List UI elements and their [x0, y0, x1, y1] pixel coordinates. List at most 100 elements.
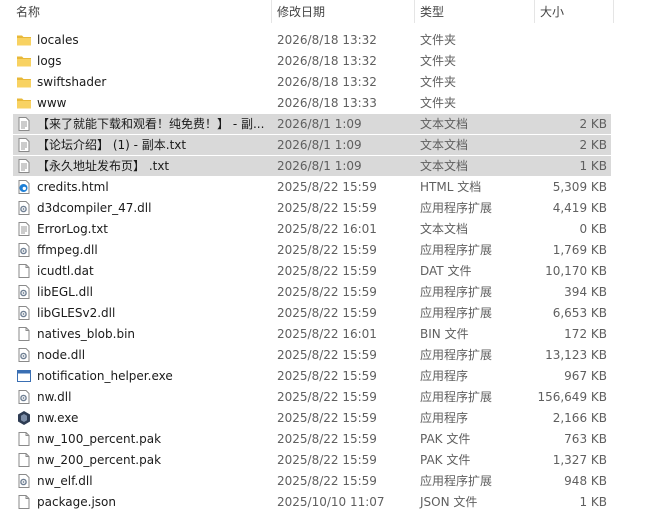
column-divider[interactable]: [414, 0, 415, 23]
file-size: 1 KB: [579, 159, 607, 173]
file-type: 应用程序: [420, 411, 469, 425]
folder-icon: [16, 74, 32, 90]
file-row[interactable]: natives_blob.bin 2025/8/22 16:01 BIN 文件 172…: [13, 324, 611, 344]
text-file-icon: [16, 137, 32, 153]
column-divider[interactable]: [613, 0, 614, 23]
file-name: libGLESv2.dll: [37, 306, 116, 320]
file-modified-date: 2025/8/22 15:59: [277, 411, 377, 425]
file-name: libEGL.dll: [37, 285, 93, 299]
column-divider[interactable]: [534, 0, 535, 23]
file-row[interactable]: 【论坛介绍】 (1) - 副本.txt 2026/8/1 1:09 文本文档 2 KB: [13, 135, 611, 155]
file-type: 文件夹: [420, 54, 457, 68]
file-size: 2 KB: [579, 117, 607, 131]
column-header-name[interactable]: 名称: [16, 3, 40, 20]
file-name: 【论坛介绍】 (1) - 副本.txt: [37, 138, 187, 152]
file-row[interactable]: logs 2026/8/18 13:32 文件夹: [13, 51, 611, 71]
file-name: credits.html: [37, 180, 109, 194]
file-size: 10,170 KB: [545, 264, 607, 278]
file-name: notification_helper.exe: [37, 369, 173, 383]
file-modified-date: 2026/8/1 1:09: [277, 117, 362, 131]
file-name: d3dcompiler_47.dll: [37, 201, 152, 215]
file-name: node.dll: [37, 348, 86, 362]
file-modified-date: 2025/8/22 15:59: [277, 453, 377, 467]
file-name: nw_200_percent.pak: [37, 453, 162, 467]
file-size: 2 KB: [579, 138, 607, 152]
file-type: 文本文档: [420, 159, 469, 173]
file-size: 4,419 KB: [552, 201, 607, 215]
blank-file-icon: [16, 494, 32, 510]
file-row[interactable]: icudtl.dat 2025/8/22 15:59 DAT 文件 10,170 KB: [13, 261, 611, 281]
file-row[interactable]: www 2026/8/18 13:33 文件夹: [13, 93, 611, 113]
file-type: 文本文档: [420, 138, 469, 152]
nwjs-app-icon: [16, 410, 32, 426]
text-file-icon: [16, 158, 32, 174]
file-type: 应用程序: [420, 369, 469, 383]
file-type: 应用程序扩展: [420, 306, 493, 320]
file-modified-date: 2026/8/18 13:32: [277, 33, 377, 47]
file-type: 应用程序扩展: [420, 243, 493, 257]
file-modified-date: 2025/8/22 15:59: [277, 180, 377, 194]
file-type: 文件夹: [420, 33, 457, 47]
dll-gear-icon: [16, 347, 32, 363]
folder-icon: [16, 53, 32, 69]
file-row[interactable]: nw_100_percent.pak 2025/8/22 15:59 PAK 文件 7…: [13, 429, 611, 449]
file-row[interactable]: node.dll 2025/8/22 15:59 应用程序扩展 13,123 KB: [13, 345, 611, 365]
file-name: icudtl.dat: [37, 264, 94, 278]
file-size: 948 KB: [564, 474, 607, 488]
file-name: nw_100_percent.pak: [37, 432, 162, 446]
file-modified-date: 2025/8/22 15:59: [277, 264, 377, 278]
column-header-date[interactable]: 修改日期: [277, 3, 325, 20]
file-row[interactable]: nw_elf.dll 2025/8/22 15:59 应用程序扩展 948 KB: [13, 471, 611, 491]
file-row[interactable]: libGLESv2.dll 2025/8/22 15:59 应用程序扩展 6,653 …: [13, 303, 611, 323]
file-modified-date: 2026/8/1 1:09: [277, 159, 362, 173]
file-row[interactable]: locales 2026/8/18 13:32 文件夹: [13, 30, 611, 50]
file-name: swiftshader: [37, 75, 107, 89]
file-type: 文本文档: [420, 222, 469, 236]
file-name: locales: [37, 33, 79, 47]
dll-gear-icon: [16, 200, 32, 216]
file-name: logs: [37, 54, 62, 68]
file-row[interactable]: ErrorLog.txt 2025/8/22 16:01 文本文档 0 KB: [13, 219, 611, 239]
file-size: 6,653 KB: [552, 306, 607, 320]
file-name: 【永久地址发布页】 .txt: [37, 159, 170, 173]
file-row[interactable]: credits.html 2025/8/22 15:59 HTML 文档 5,309 …: [13, 177, 611, 197]
folder-icon: [16, 32, 32, 48]
column-header-size[interactable]: 大小: [540, 3, 564, 20]
file-modified-date: 2025/8/22 15:59: [277, 474, 377, 488]
file-size: 394 KB: [564, 285, 607, 299]
file-row[interactable]: 【来了就能下载和观看！纯免费！】 - 副... 2026/8/1 1:09 文本文档…: [13, 114, 611, 134]
file-row[interactable]: 【永久地址发布页】 .txt 2026/8/1 1:09 文本文档 1 KB: [13, 156, 611, 176]
file-type: 文件夹: [420, 96, 457, 110]
file-row[interactable]: package.json 2025/10/10 11:07 JSON 文件 1 KB: [13, 492, 611, 512]
file-modified-date: 2025/8/22 16:01: [277, 327, 377, 341]
file-row[interactable]: notification_helper.exe 2025/8/22 15:59 应用…: [13, 366, 611, 386]
dll-gear-icon: [16, 305, 32, 321]
column-header-type[interactable]: 类型: [420, 3, 444, 20]
file-name: nw.exe: [37, 411, 79, 425]
file-row[interactable]: libEGL.dll 2025/8/22 15:59 应用程序扩展 394 KB: [13, 282, 611, 302]
file-size: 13,123 KB: [545, 348, 607, 362]
file-modified-date: 2025/8/22 15:59: [277, 390, 377, 404]
file-size: 763 KB: [564, 432, 607, 446]
file-modified-date: 2025/8/22 15:59: [277, 201, 377, 215]
file-type: BIN 文件: [420, 327, 469, 341]
text-file-icon: [16, 116, 32, 132]
blank-file-icon: [16, 326, 32, 342]
file-type: PAK 文件: [420, 453, 471, 467]
file-row[interactable]: d3dcompiler_47.dll 2025/8/22 15:59 应用程序扩展 4…: [13, 198, 611, 218]
file-size: 967 KB: [564, 369, 607, 383]
file-name: natives_blob.bin: [37, 327, 136, 341]
file-name: ErrorLog.txt: [37, 222, 109, 236]
file-row[interactable]: ffmpeg.dll 2025/8/22 15:59 应用程序扩展 1,769 KB: [13, 240, 611, 260]
file-row[interactable]: nw.dll 2025/8/22 15:59 应用程序扩展 156,649 KB: [13, 387, 611, 407]
file-row[interactable]: swiftshader 2026/8/18 13:32 文件夹: [13, 72, 611, 92]
file-name: 【来了就能下载和观看！纯免费！】 - 副...: [37, 117, 265, 131]
column-divider[interactable]: [271, 0, 272, 23]
file-type: JSON 文件: [420, 495, 478, 509]
file-row[interactable]: nw.exe 2025/8/22 15:59 应用程序 2,166 KB: [13, 408, 611, 428]
column-header-bar: 名称 修改日期 类型 大小: [0, 0, 663, 23]
file-type: 文件夹: [420, 75, 457, 89]
file-row[interactable]: nw_200_percent.pak 2025/8/22 15:59 PAK 文件 1…: [13, 450, 611, 470]
file-type: DAT 文件: [420, 264, 472, 278]
file-size: 0 KB: [579, 222, 607, 236]
